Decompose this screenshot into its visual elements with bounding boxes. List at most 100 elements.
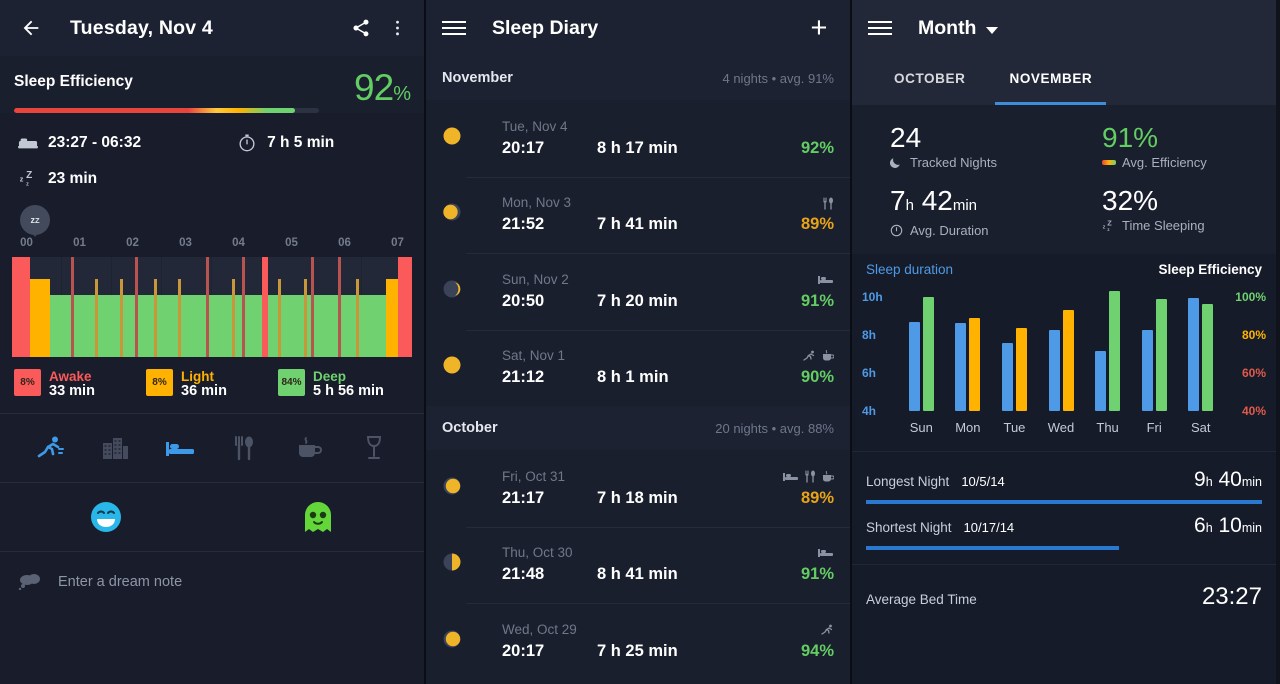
hamburger-menu-icon[interactable] <box>868 13 898 43</box>
diary-entry-row[interactable]: Sat, Nov 1 21:12 8 h 1 min 90% <box>426 329 850 407</box>
hypnogram-spike <box>278 279 281 357</box>
entry-bedtime: 21:17 <box>502 488 545 507</box>
duration-bar <box>1001 342 1013 411</box>
share-icon[interactable] <box>344 11 378 45</box>
chart-legend-right: Sleep Efficiency <box>1158 262 1262 277</box>
hypnogram-hour-label: 01 <box>73 237 86 249</box>
entry-tag-icons <box>750 195 834 211</box>
efficiency-bar <box>1155 299 1167 411</box>
entry-efficiency: 89% <box>800 215 834 234</box>
y-tick-left: 10h <box>862 290 883 304</box>
wine-glass-icon[interactable] <box>341 435 406 461</box>
moon-icon <box>890 156 910 169</box>
diary-month-header: November 4 nights • avg. 91% <box>426 56 850 100</box>
hypnogram-spike <box>95 279 98 357</box>
moon-phase-icon <box>442 629 462 654</box>
bed-tag-icon[interactable] <box>147 438 212 458</box>
hypnogram-spike <box>71 257 74 357</box>
weekday-bar-chart: 10h 8h 6h 4h 100% 80% 60% 40% Sun Mon Tue Wed Thu F… <box>852 287 1276 437</box>
x-tick-label: Sun <box>909 420 933 435</box>
night-extreme-row: Shortest Night 10/17/14 6h 10min <box>866 504 1262 550</box>
x-tick-label: Wed <box>1047 420 1075 435</box>
efficiency-gradient-icon <box>1102 159 1122 166</box>
smiley-face-icon[interactable] <box>0 500 212 534</box>
entry-bedtime: 21:12 <box>502 368 545 387</box>
bed-icon <box>14 136 42 150</box>
efficiency-value: 92% <box>354 69 411 112</box>
hypnogram-spike <box>262 257 268 357</box>
y-tick-left: 8h <box>862 328 877 342</box>
tab-november[interactable]: NOVEMBER <box>987 56 1114 86</box>
sleep-phase-legend: 8% Awake 33 min 8% Light 36 min 84% Deep 5 h 56 … <box>0 357 424 413</box>
diary-month-meta: 4 nights • avg. 91% <box>722 70 834 86</box>
tab-october[interactable]: OCTOBER <box>872 56 987 86</box>
ghost-icon[interactable] <box>212 500 424 534</box>
legend-name: Awake <box>49 369 92 384</box>
entry-efficiency: 89% <box>800 488 834 507</box>
hypnogram-spike <box>311 257 314 357</box>
period-title: Month <box>918 16 977 39</box>
night-row-label: Shortest Night <box>866 520 952 535</box>
coffee-cup-icon[interactable] <box>277 436 342 460</box>
snooze-value: 23 min <box>48 170 98 187</box>
hamburger-menu-icon[interactable] <box>442 13 472 43</box>
chart-bars <box>898 287 1224 411</box>
mood-row <box>0 483 424 551</box>
entry-bedtime: 21:48 <box>502 565 545 584</box>
chart-bar-group <box>945 287 992 411</box>
cutlery-icon <box>805 470 815 483</box>
stats-panel: Month OCTOBER NOVEMBER 24 Tracked Nights… <box>852 0 1276 684</box>
diary-month-header: October 20 nights • avg. 88% <box>426 406 850 450</box>
entry-tag-icons <box>750 119 834 135</box>
hypnogram-spike <box>232 279 235 357</box>
svg-text:z: z <box>20 175 24 184</box>
entry-date: Wed, Oct 29 <box>502 621 577 637</box>
dream-note-field[interactable]: Enter a dream note <box>0 552 424 612</box>
summary-stats: 24 Tracked Nights 91% Avg. Efficiency 7h… <box>852 105 1276 254</box>
chevron-down-icon[interactable] <box>986 27 999 34</box>
sleep-detail-panel: Tuesday, Nov 4 Sleep Efficiency 92% 23:2… <box>0 0 424 684</box>
tag-row <box>0 414 424 482</box>
diary-entry-row[interactable]: Fri, Oct 31 21:17 7 h 18 min 89% <box>426 450 850 527</box>
svg-text:z: z <box>1103 224 1106 230</box>
duration-bar <box>955 323 967 411</box>
moon-phase-icon <box>442 552 462 577</box>
cutlery-icon[interactable] <box>212 435 277 461</box>
average-bed-time-label: Average Bed Time <box>866 592 977 607</box>
entry-date: Thu, Oct 30 <box>502 545 573 561</box>
entry-duration: 8 h 41 min <box>597 565 678 584</box>
plus-icon[interactable]: + <box>804 14 834 43</box>
moon-phase-icon <box>442 476 462 501</box>
hypnogram-spike <box>242 257 245 357</box>
hypnogram-spike <box>304 279 307 357</box>
running-icon[interactable] <box>18 435 83 461</box>
running-icon <box>821 624 833 635</box>
diary-entry-row[interactable]: Wed, Oct 29 20:17 7 h 25 min 94% <box>426 603 850 680</box>
hypnogram-hour-label: 07 <box>391 237 404 249</box>
overflow-menu-icon[interactable] <box>384 11 410 45</box>
arrow-left-icon[interactable] <box>14 11 48 45</box>
entry-duration: 7 h 20 min <box>597 291 678 310</box>
entry-tag-icons <box>750 348 834 364</box>
moon-phase-icon <box>442 126 462 151</box>
duration-bar <box>1048 330 1060 411</box>
diary-entry-row[interactable]: Thu, Oct 30 21:48 8 h 41 min 91% <box>426 526 850 604</box>
legend-value: 36 min <box>181 383 227 399</box>
diary-entry-row[interactable]: Sun, Nov 2 20:50 7 h 20 min 91% <box>426 253 850 330</box>
hypnogram-hour-label: 06 <box>338 237 351 249</box>
duration-bar <box>1095 351 1107 411</box>
diary-title: Sleep Diary <box>492 16 599 39</box>
legend-item: 8% Light 36 min <box>146 369 278 399</box>
stat-avg-efficiency: 91% Avg. Efficiency <box>1064 117 1276 180</box>
hypnogram-segment <box>50 295 398 357</box>
night-row-date: 10/5/14 <box>961 474 1005 489</box>
diary-entry-row[interactable]: Mon, Nov 3 21:52 7 h 41 min 89% <box>426 176 850 254</box>
buildings-icon[interactable] <box>83 435 148 461</box>
chart-bar-group <box>991 287 1038 411</box>
time-sleeping-value: 32% <box>1102 185 1159 216</box>
night-extreme-row: Longest Night 10/5/14 9h 40min <box>866 458 1262 504</box>
night-row-label: Longest Night <box>866 474 950 489</box>
diary-entry-row[interactable]: Tue, Nov 4 20:17 8 h 17 min 92% <box>426 100 850 177</box>
entry-duration: 7 h 18 min <box>597 488 678 507</box>
x-tick-label: Sat <box>1191 420 1211 435</box>
